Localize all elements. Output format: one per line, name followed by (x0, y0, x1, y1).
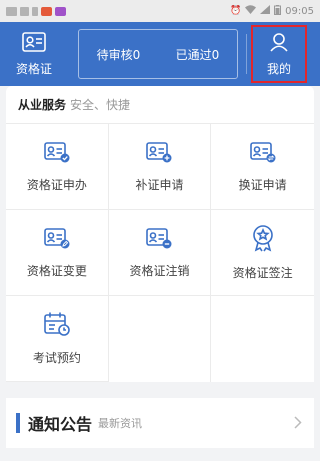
qualification-cert-button[interactable]: 资格证 (0, 22, 68, 86)
service-change[interactable]: 资格证变更 (6, 210, 109, 296)
tile-label: 资格证注销 (129, 264, 190, 278)
id-card-replace-icon (249, 140, 277, 168)
qualification-cert-label: 资格证 (15, 61, 52, 76)
pending-review-count[interactable]: 待审核0 (97, 46, 141, 63)
badge-endorse-icon (250, 224, 276, 256)
mine-label: 我的 (266, 61, 291, 76)
mine-button[interactable]: 我的 (251, 25, 307, 83)
notice-subtitle: 最新资讯 (98, 417, 143, 430)
tile-label: 资格证变更 (26, 264, 87, 278)
service-card: 从业服务 安全、快捷 资格证申办 补证申请 换证申请 资格证变更 资格证注销 资… (6, 86, 314, 382)
notice-section[interactable]: 通知公告 最新资讯 (6, 398, 314, 448)
status-bar: ⏰ 09:05 (0, 0, 320, 22)
service-reissue[interactable]: 补证申请 (108, 124, 212, 210)
service-qualification-apply[interactable]: 资格证申办 (6, 124, 109, 210)
user-icon (269, 32, 289, 56)
empty-tile (109, 296, 212, 382)
id-card-apply-icon (43, 140, 71, 168)
signal-icon (260, 5, 271, 17)
approved-count[interactable]: 已通过0 (176, 46, 220, 63)
service-grid: 资格证申办 补证申请 换证申请 资格证变更 资格证注销 资格证签注 考试预约 (6, 124, 314, 382)
review-status-box: 待审核0 已通过0 (78, 29, 238, 79)
service-cancel[interactable]: 资格证注销 (108, 210, 212, 296)
gallery-notification-icon (6, 6, 17, 16)
battery-icon (274, 4, 282, 18)
app-notification-icon (41, 6, 52, 16)
id-card-change-icon (43, 226, 71, 254)
id-card-reissue-icon (145, 140, 173, 168)
app2-notification-icon (55, 6, 66, 16)
id-card-cancel-icon (145, 226, 173, 254)
status-notification-icons (6, 6, 66, 16)
status-time: 09:05 (285, 5, 314, 17)
message-notification-icon (20, 6, 29, 16)
header-divider (246, 34, 247, 74)
service-section-title: 从业服务 (18, 98, 67, 112)
notice-accent-bar (16, 413, 20, 433)
service-replace[interactable]: 换证申请 (211, 124, 314, 210)
notice-title: 通知公告 (28, 415, 93, 434)
wifi-icon (245, 5, 257, 17)
chevron-right-icon[interactable] (294, 414, 302, 433)
tile-label: 考试预约 (32, 351, 81, 365)
tile-label: 资格证签注 (232, 266, 293, 280)
tile-label: 资格证申办 (26, 178, 87, 192)
alarm-icon: ⏰ (229, 6, 242, 16)
service-exam-booking[interactable]: 考试预约 (6, 296, 109, 382)
calendar-clock-icon (43, 311, 71, 341)
id-card-icon (22, 31, 46, 56)
service-section-subtitle: 安全、快捷 (70, 98, 131, 112)
service-endorse[interactable]: 资格证签注 (211, 210, 314, 296)
service-section-header: 从业服务 安全、快捷 (6, 86, 314, 124)
tile-label: 补证申请 (135, 178, 184, 192)
download-notification-icon (32, 6, 38, 16)
empty-tile (211, 296, 314, 382)
app-header: 资格证 待审核0 已通过0 我的 (0, 22, 320, 86)
tile-label: 换证申请 (238, 178, 287, 192)
